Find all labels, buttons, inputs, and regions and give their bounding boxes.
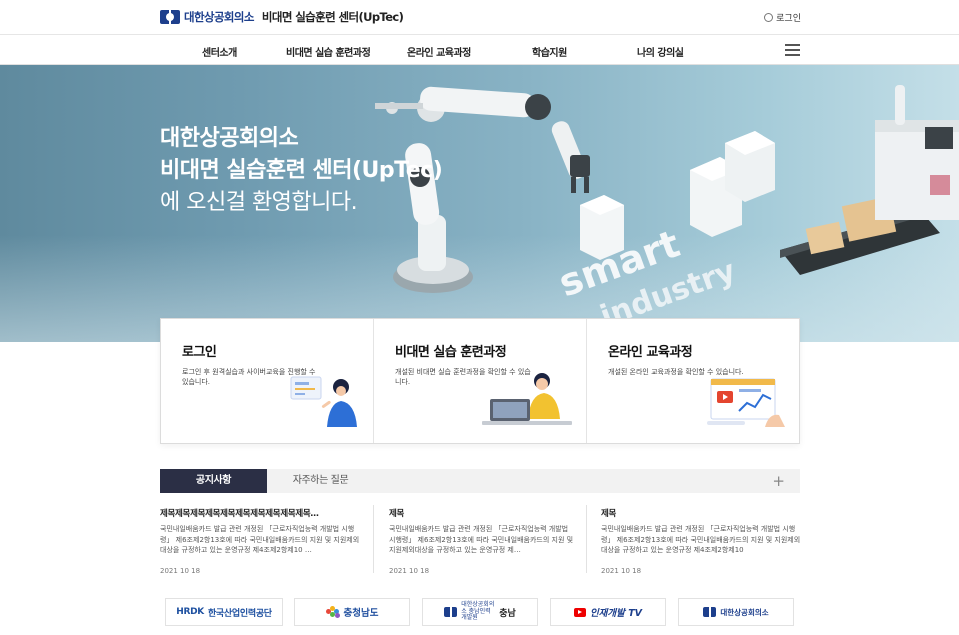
hrdk-logo: HRDK <box>176 607 204 617</box>
hero-heading-line2: 비대면 실습훈련 센터(UpTec) <box>160 158 443 183</box>
kcci-chungnam-label: 충남 <box>499 608 516 619</box>
header-login-label: 로그인 <box>776 14 801 24</box>
chungnam-flower-icon <box>325 606 340 618</box>
kcci-mark-icon <box>703 607 717 617</box>
notice-date: 2021 10 18 <box>160 567 201 575</box>
hero-banner: smart industry 대한상공회의소 비대면 실습훈련 센터(UpTec… <box>0 65 959 342</box>
hero-heading-line3: 에 오신걸 환영합니다. <box>160 190 358 215</box>
notice-body: 국민내일배움카드 발급 관련 개정된 「근로자직업능력 개발법 시행령」 제6조… <box>601 525 801 554</box>
notice-item[interactable]: 제목 국민내일배움카드 발급 관련 개정된 「근로자직업능력 개발법 시행령」 … <box>601 507 801 575</box>
card-remote-training[interactable]: 비대면 실습 훈련과정 개설된 비대면 실습 훈련과정을 확인할 수 있습니다. <box>373 319 586 443</box>
partner-banners: HRDK 한국산업인력공단 충청남도 대한상공회의소 충남인력개발원 충남 인재… <box>165 598 795 626</box>
logo-site-title: 비대면 실습훈련 센터(UpTec) <box>261 10 404 24</box>
user-icon <box>764 13 774 22</box>
more-plus-icon[interactable]: + <box>772 472 785 490</box>
notice-date: 2021 10 18 <box>389 567 430 575</box>
server-blocks-icon <box>580 131 775 260</box>
notice-title: 제목 <box>601 509 617 519</box>
partner-hr-tv[interactable]: 인재개발 TV <box>550 598 666 626</box>
kcci-chungnam-small: 대한상공회의소 충남인력개발원 <box>461 601 495 622</box>
person-screen-icon <box>290 376 357 427</box>
video-chart-icon <box>707 378 785 427</box>
kcci-mark-icon <box>444 607 458 617</box>
notice-item[interactable]: 제목 국민내일배움카드 발급 관련 개정된 「근로자직업능력 개발법 시행령」 … <box>389 507 574 575</box>
site-logo[interactable]: 대한상공회의소 비대면 실습훈련 센터(UpTec) <box>160 9 404 25</box>
notice-title: 제목 <box>389 509 405 519</box>
notice-title: 제목제목제목제목제목제목제목제목제목제목… <box>160 509 319 519</box>
notice-divider <box>373 505 374 573</box>
nav-center-intro[interactable]: 센터소개 <box>202 44 237 59</box>
nav-remote-training[interactable]: 비대면 실습 훈련과정 <box>286 44 371 59</box>
nav-online-course[interactable]: 온라인 교육과정 <box>407 44 471 59</box>
notice-body: 국민내일배움카드 발급 관련 개정된 「근로자직업능력 개발법 시행령」 제6조… <box>389 525 574 554</box>
tab-notice[interactable]: 공지사항 <box>160 469 267 493</box>
youtube-icon <box>573 607 586 617</box>
partner-chungnam[interactable]: 충청남도 <box>294 598 410 626</box>
nav-learning-support[interactable]: 학습지원 <box>532 44 567 59</box>
card-login[interactable]: 로그인 로그인 후 원격실습과 사이버교육을 진행할 수 있습니다. <box>161 319 373 443</box>
partner-kcci-chungnam[interactable]: 대한상공회의소 충남인력개발원 충남 <box>422 598 538 626</box>
hrdk-name: 한국산업인력공단 <box>207 608 272 619</box>
notice-item[interactable]: 제목제목제목제목제목제목제목제목제목제목… 국민내일배움카드 발급 관련 개정된… <box>160 507 360 575</box>
logo-org-name: 대한상공회의소 <box>184 10 254 24</box>
conveyor-icon <box>780 85 959 275</box>
nav-my-classroom[interactable]: 나의 강의실 <box>637 44 684 59</box>
top-header: 대한상공회의소 비대면 실습훈련 센터(UpTec) 로그인 <box>0 0 959 35</box>
chungnam-name: 충청남도 <box>343 608 379 619</box>
notice-divider <box>586 505 587 573</box>
tab-faq[interactable]: 자주하는 질문 <box>267 469 374 493</box>
card-remote-title: 비대면 실습 훈련과정 <box>395 345 507 360</box>
card-online-title: 온라인 교육과정 <box>608 345 693 360</box>
card-online-course[interactable]: 온라인 교육과정 개설된 온라인 교육과정을 확인할 수 있습니다. <box>586 319 799 443</box>
quick-link-cards: 로그인 로그인 후 원격실습과 사이버교육을 진행할 수 있습니다. 비대면 실… <box>160 318 800 444</box>
card-login-title: 로그인 <box>182 345 217 360</box>
hero-heading-line1: 대한상공회의소 <box>160 126 299 151</box>
menu-icon[interactable] <box>785 44 800 56</box>
header-login-link[interactable]: 로그인 <box>764 11 801 24</box>
notice-body: 국민내일배움카드 발급 관련 개정된 「근로자직업능력 개발법 시행령」 제6조… <box>160 525 360 554</box>
notice-date: 2021 10 18 <box>601 567 642 575</box>
hr-tv-name: 인재개발 TV <box>589 608 643 619</box>
board-tabs: 공지사항 자주하는 질문 + <box>160 469 800 493</box>
partner-kcci[interactable]: 대한상공회의소 <box>678 598 794 626</box>
partner-hrdk[interactable]: HRDK 한국산업인력공단 <box>165 598 283 626</box>
main-nav: 센터소개 비대면 실습 훈련과정 온라인 교육과정 학습지원 나의 강의실 <box>0 35 959 65</box>
laptop-person-icon <box>482 373 572 425</box>
hero-illustration: smart industry <box>375 85 959 335</box>
card-online-desc: 개설된 온라인 교육과정을 확인할 수 있습니다. <box>608 368 744 376</box>
kcci-logo-icon <box>160 9 180 25</box>
kcci-name: 대한상공회의소 <box>720 607 769 617</box>
